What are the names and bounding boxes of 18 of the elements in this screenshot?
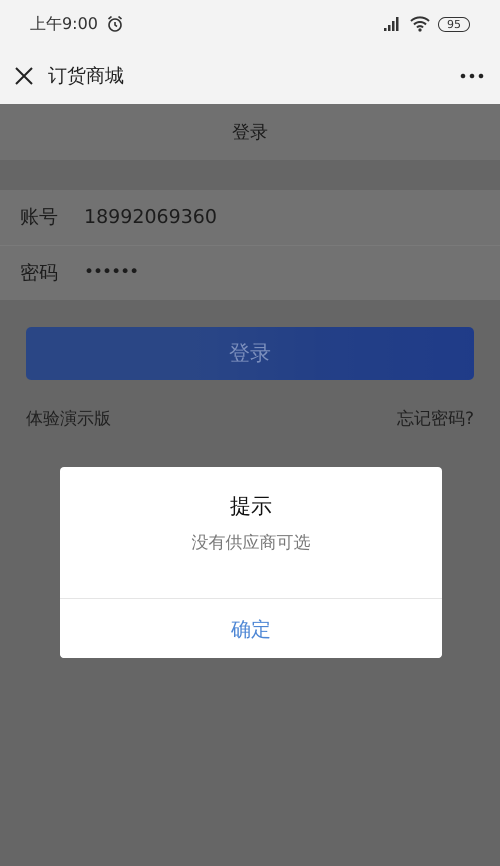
login-header: 登录 <box>0 104 500 160</box>
wifi-icon <box>410 16 430 32</box>
page-title: 订货商城 <box>48 64 124 89</box>
alarm-icon <box>106 15 124 33</box>
login-button[interactable]: 登录 <box>26 327 474 380</box>
field-label: 密码 <box>20 260 59 286</box>
password-field[interactable]: •••••• <box>84 260 384 286</box>
account-field[interactable]: 18992069360 <box>84 203 384 232</box>
confirm-button[interactable]: 确定 <box>60 598 442 658</box>
more-icon[interactable] <box>460 73 484 79</box>
field-label: 账号 <box>20 205 59 230</box>
forgot-password-link[interactable]: 忘记密码? <box>396 407 474 432</box>
battery-level: 95 <box>438 16 470 32</box>
dialog-title: 提示 <box>229 493 273 520</box>
close-icon[interactable] <box>14 66 34 86</box>
dialog-message: 没有供应商可选 <box>190 532 312 554</box>
status-time: 上午9:00 <box>30 13 98 35</box>
demo-link[interactable]: 体验演示版 <box>26 407 111 432</box>
